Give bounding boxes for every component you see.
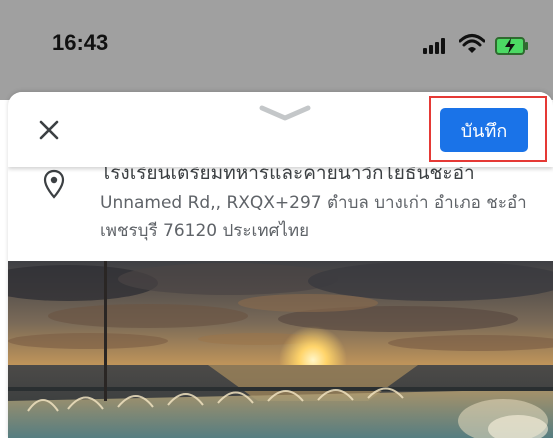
save-place-sheet: บันทึก โรงเรียนเตรียมทหารและค่ายนาวิกโยธ… — [8, 92, 553, 438]
location-pin-icon — [43, 169, 65, 199]
sunset-photo-image — [8, 261, 553, 438]
wifi-icon — [459, 34, 485, 53]
sunset-photo[interactable] — [8, 261, 553, 438]
save-button[interactable]: บันทึก — [440, 108, 528, 152]
battery-charging-icon — [495, 37, 528, 55]
status-bar: 16:43 — [0, 0, 553, 100]
sheet-header: บันทึก — [8, 92, 553, 167]
chevron-down-icon[interactable] — [258, 104, 312, 122]
status-icons — [405, 30, 535, 56]
close-icon[interactable] — [36, 117, 62, 143]
place-address: Unnamed Rd,, RXQX+297 ตำบล บางเก่า อำเภอ… — [100, 193, 527, 241]
status-time: 16:43 — [52, 30, 109, 55]
cellular-signal-icon — [423, 38, 449, 54]
